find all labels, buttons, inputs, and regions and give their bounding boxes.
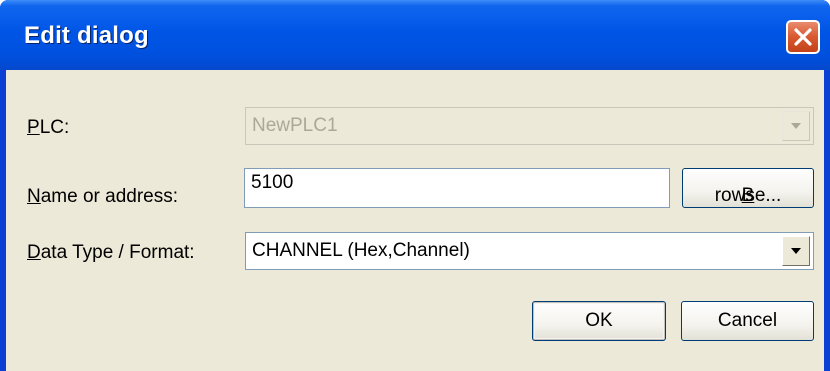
ok-button-label: OK [585,310,613,331]
data-type-label: Data Type / Format: [27,242,195,263]
plc-label: PLC: [27,117,70,138]
ok-button[interactable]: OK [532,301,666,341]
name-label: Name or address: [27,186,179,207]
plc-select-value: NewPLC1 [252,115,338,136]
plc-dropdown-button[interactable] [782,111,810,141]
name-address-value: 5100 [251,172,294,193]
data-type-value: CHANNEL (Hex,Channel) [252,240,470,261]
close-icon [794,28,812,46]
name-address-input[interactable]: 5100 [244,168,670,208]
cancel-button-label: Cancel [717,310,778,331]
dialog-title: Edit dialog [24,22,149,49]
plc-select[interactable]: NewPLC1 [245,107,814,145]
title-bar[interactable]: Edit dialog [0,0,830,70]
data-type-select[interactable]: CHANNEL (Hex,Channel) [245,232,814,270]
close-button[interactable] [786,20,820,54]
cancel-button[interactable]: Cancel [681,301,814,341]
chevron-down-icon [791,248,801,254]
data-type-dropdown-button[interactable] [782,236,810,266]
browse-button[interactable]: Browse... [682,168,814,208]
chevron-down-icon [791,123,801,129]
dialog-body: PLC: NewPLC1 Name or address: 5100 Brows… [6,70,824,371]
edit-dialog-window: Edit dialog PLC: NewPLC1 Name or address… [0,0,830,371]
